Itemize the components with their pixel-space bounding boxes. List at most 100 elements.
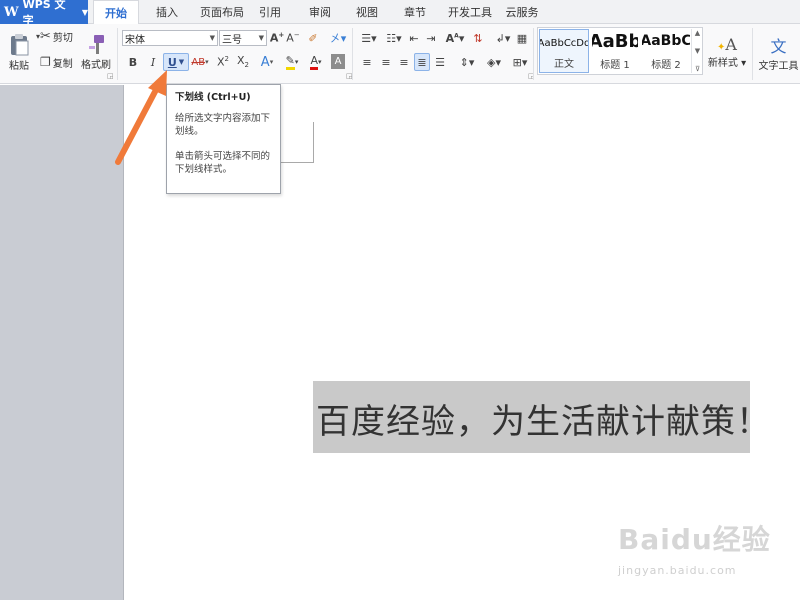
chevron-down-icon: ▼ [258, 34, 264, 42]
clear-format-button[interactable]: ✐ [305, 29, 321, 47]
separator [752, 28, 753, 80]
underline-button[interactable]: U ▼ [163, 53, 189, 71]
new-style-icon: ✦A [717, 35, 737, 54]
show-marks-button[interactable]: ↲▾ [492, 30, 514, 46]
justify-icon: ≣ [417, 55, 427, 69]
new-style-button[interactable]: ✦A 新样式 ▾ [706, 28, 748, 76]
tab-view[interactable]: 视图 [347, 0, 387, 24]
outdent-icon: ⇤ [409, 31, 419, 45]
chevron-down-icon: ▼ [178, 58, 185, 66]
menu-bar: W WPS 文字 ▼ 开始 插入 页面布局 引用 审阅 视图 章节 开发工具 云… [0, 0, 800, 27]
align-left-icon: ≡ [362, 55, 372, 69]
separator [352, 28, 353, 80]
subscript-button[interactable]: X2 [236, 54, 250, 70]
change-case-button[interactable]: AA▾ [444, 30, 466, 46]
strikethrough-button[interactable]: AB ▾ [190, 54, 210, 70]
margin-corner-mark [281, 162, 314, 163]
watermark-url: jingyan.baidu.com [618, 564, 737, 577]
bold-button[interactable]: B [127, 54, 139, 70]
line-spacing-button[interactable]: ⇕▾ [456, 54, 478, 70]
copy-icon: ❐ [40, 55, 51, 69]
decrease-indent-button[interactable]: ⇤ [407, 30, 421, 46]
bold-icon: B [128, 55, 138, 69]
text-tools-icon: 文 [770, 36, 787, 56]
chevron-down-icon: ▾ [318, 58, 322, 66]
superscript-button[interactable]: X2 [216, 54, 230, 70]
ribbon: 粘贴 ▾ ✂ 剪切 ❐ 复制 格式刷 ◲ 宋体 ▼ 三号 ▼ A+ A− ✐ 㐅… [0, 24, 800, 84]
cut-button[interactable]: ✂ 剪切 [40, 28, 73, 44]
grow-font-button[interactable]: A+ [270, 30, 284, 46]
align-center-button[interactable]: ≡ [379, 54, 393, 70]
sort-button[interactable]: ⇅ [471, 30, 485, 46]
tab-page-layout[interactable]: 页面布局 [193, 0, 251, 24]
char-shading-icon: A [334, 56, 342, 67]
align-right-button[interactable]: ≡ [397, 54, 411, 70]
paste-button[interactable]: 粘贴 [4, 28, 34, 76]
styles-gallery: AaBbCcDd 正文 AaBb 标题 1 AaBbC 标题 2 ▲ ▼ ⊽ [537, 27, 703, 75]
font-color-button[interactable]: A ▾ [306, 53, 326, 71]
font-size-select[interactable]: 三号 ▼ [219, 30, 267, 46]
left-pane [0, 85, 123, 600]
numbering-button[interactable]: ☷▾ [383, 30, 405, 46]
align-center-icon: ≡ [381, 55, 391, 69]
table-button[interactable]: ▦ [515, 30, 529, 46]
format-painter-button[interactable]: 格式刷 [80, 28, 112, 76]
highlight-button[interactable]: ✎ ▾ [281, 53, 303, 71]
tooltip-line-1: 给所选文字内容添加下划线。 [175, 113, 271, 137]
char-shading-button[interactable]: A [331, 54, 345, 69]
copy-button[interactable]: ❐ 复制 [40, 54, 73, 70]
align-right-icon: ≡ [399, 55, 409, 69]
shading-button[interactable]: ◈▾ [483, 54, 505, 70]
baidu-watermark: Baidu经验 jingyan.baidu.com [618, 518, 771, 577]
tab-section[interactable]: 章节 [395, 0, 435, 24]
grow-font-icon: A+ [269, 31, 285, 45]
style-normal[interactable]: AaBbCcDd 正文 [539, 29, 589, 73]
chevron-down-icon: ▼ [81, 7, 88, 17]
tab-references[interactable]: 引用 [250, 0, 290, 24]
chevron-down-icon: ▾ [294, 58, 299, 66]
font-name-select[interactable]: 宋体 ▼ [122, 30, 218, 46]
distributed-button[interactable]: ☰ [433, 54, 447, 70]
style-heading-1[interactable]: AaBb 标题 1 [592, 29, 638, 73]
chevron-up-icon: ▲ [694, 29, 701, 37]
shrink-font-button[interactable]: A− [286, 30, 300, 46]
separator [117, 28, 118, 80]
style-heading-2[interactable]: AaBbC 标题 2 [642, 29, 690, 73]
tab-cloud[interactable]: 云服务 [500, 0, 544, 24]
text-effect-button[interactable]: A ▾ [257, 53, 277, 71]
chevron-down-icon: ▼ [694, 47, 701, 55]
bullets-button[interactable]: ☰▾ [358, 30, 380, 46]
document-text[interactable]: 百度经验，为生活献计献策！ [316, 394, 771, 443]
expand-icon: ⊽ [694, 65, 701, 73]
increase-indent-button[interactable]: ⇥ [424, 30, 438, 46]
tooltip-line-2: 单击箭头可选择不同的下划线样式。 [175, 151, 271, 175]
paste-icon [11, 33, 29, 55]
align-left-button[interactable]: ≡ [360, 54, 374, 70]
numbered-list-icon: ☷▾ [386, 31, 402, 45]
tab-insert[interactable]: 插入 [144, 0, 190, 24]
text-tools-button[interactable]: 文 文字工具 [757, 28, 800, 76]
app-menu-button[interactable]: W WPS 文字 ▼ [0, 0, 88, 27]
format-painter-icon [89, 34, 104, 54]
shrink-font-icon: A− [286, 31, 300, 45]
chevron-down-icon: ▾ [269, 58, 274, 66]
superscript-icon: X2 [216, 55, 229, 69]
tab-developer[interactable]: 开发工具 [442, 0, 498, 24]
underline-tooltip: 下划线 (Ctrl+U) 给所选文字内容添加下划线。 单击箭头可选择不同的下划线… [166, 84, 281, 194]
font-color-icon: A [310, 54, 318, 70]
chevron-down-icon: ▼ [209, 34, 215, 42]
clipboard-launcher-icon[interactable]: ◲ [107, 72, 114, 80]
borders-button[interactable]: ⊞▾ [509, 54, 531, 70]
chevron-down-icon: ▾ [205, 58, 209, 66]
baidu-logo: Baidu经验 [618, 523, 771, 556]
tooltip-title: 下划线 (Ctrl+U) [175, 92, 251, 103]
styles-scroll[interactable]: ▲ ▼ ⊽ [691, 29, 703, 73]
phonetic-icon: 㐅▾ [329, 32, 347, 45]
separator [533, 28, 534, 80]
italic-button[interactable]: I [147, 54, 159, 70]
justify-button[interactable]: ≣ [414, 53, 430, 71]
bullet-list-icon: ☰▾ [361, 31, 377, 45]
phonetic-guide-button[interactable]: 㐅▾ [327, 29, 349, 47]
tab-review[interactable]: 审阅 [300, 0, 340, 24]
tab-home[interactable]: 开始 [93, 0, 139, 25]
